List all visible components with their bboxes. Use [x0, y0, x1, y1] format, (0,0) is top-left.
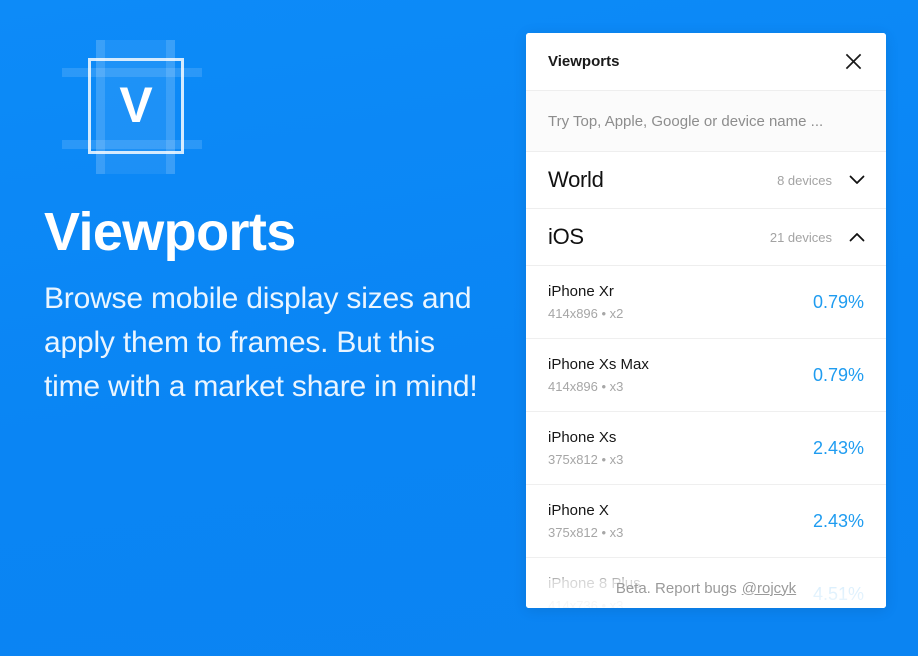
logo-square-icon: V [88, 58, 184, 154]
page-title: Viewports [44, 202, 296, 262]
promo-panel: V Viewports Browse mobile display sizes … [44, 40, 504, 409]
group-name: iOS [548, 224, 584, 249]
search-row[interactable] [526, 91, 886, 152]
device-market-share: 0.79% [812, 364, 864, 385]
device-info: iPhone Xs 375x812 • x3 [548, 429, 813, 467]
search-input[interactable] [548, 112, 864, 130]
device-name: iPhone Xs Max [548, 355, 649, 373]
panel-header: Viewports [526, 33, 886, 91]
close-button[interactable] [840, 49, 866, 75]
device-spec: 414x896 • x3 [548, 378, 624, 394]
table-row[interactable]: iPhone Xs 375x812 • x3 2.43% [526, 412, 886, 485]
device-market-share: 2.43% [812, 510, 864, 531]
group-name: World [548, 167, 604, 192]
table-row[interactable]: iPhone Xs Max 414x896 • x3 0.79% [526, 339, 886, 412]
app-logo: V [62, 40, 202, 174]
group-header-ios[interactable]: iOS 21 devices [526, 209, 886, 266]
chevron-up-icon[interactable] [848, 228, 866, 246]
device-info: iPhone Xr 414x896 • x2 [548, 283, 813, 321]
device-market-share: 2.43% [812, 437, 864, 458]
device-spec: 414x736 • x3 [548, 597, 624, 608]
device-name: iPhone Xs [548, 428, 617, 446]
device-name: iPhone Xr [548, 282, 614, 300]
device-market-share: 4.51% [812, 583, 864, 604]
device-name: iPhone X [548, 501, 609, 519]
chevron-down-icon[interactable] [848, 171, 866, 189]
device-list: World 8 devices iOS 21 devices iPhone Xr [526, 152, 886, 608]
close-icon [845, 53, 862, 70]
group-header-world[interactable]: World 8 devices [526, 152, 886, 209]
device-spec: 375x812 • x3 [548, 524, 624, 540]
promo-description: Browse mobile display sizes and apply th… [44, 281, 478, 403]
group-device-count: 8 devices [777, 172, 832, 188]
report-bugs-handle-link[interactable]: @rojcyk [742, 580, 796, 597]
device-spec: 375x812 • x3 [548, 451, 624, 467]
device-spec: 414x896 • x2 [548, 305, 624, 321]
table-row[interactable]: iPhone Xr 414x896 • x2 0.79% [526, 266, 886, 339]
panel-title: Viewports [548, 53, 620, 70]
logo-letter: V [119, 77, 153, 133]
table-row[interactable]: iPhone 8 Plus 414x736 • x3 4.51% [526, 558, 886, 608]
device-info: iPhone Xs Max 414x896 • x3 [548, 356, 813, 394]
viewports-plugin-panel: Viewports World 8 devices iOS 21 d [526, 33, 886, 608]
device-info: iPhone X 375x812 • x3 [548, 502, 813, 540]
device-market-share: 0.79% [812, 291, 864, 312]
group-device-count: 21 devices [769, 229, 832, 245]
table-row[interactable]: iPhone X 375x812 • x3 2.43% [526, 485, 886, 558]
